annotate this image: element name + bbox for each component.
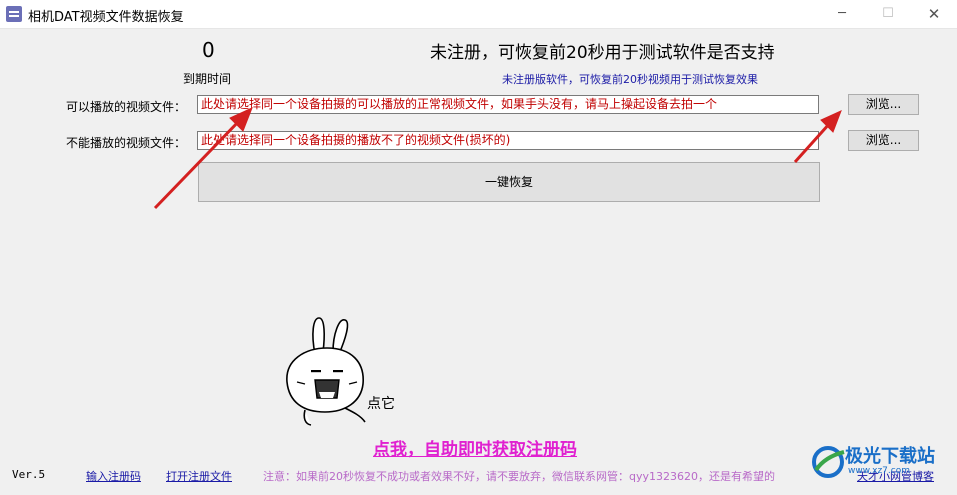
arrow-right-head xyxy=(820,110,842,133)
playable-file-label: 可以播放的视频文件： xyxy=(66,100,187,114)
input-code-link[interactable]: 输入注册码 xyxy=(86,468,141,484)
app-icon xyxy=(6,6,22,22)
browse-broken-button[interactable]: 浏览... xyxy=(848,130,919,151)
broken-file-label: 不能播放的视频文件： xyxy=(66,136,187,150)
annotation-arrows xyxy=(153,107,842,210)
minimize-button[interactable]: ─ xyxy=(819,0,865,28)
playable-file-input[interactable]: 此处请选择同一个设备拍摄的可以播放的正常视频文件，如果手头没有，请马上操起设备去… xyxy=(197,95,819,114)
maximize-button[interactable]: ☐ xyxy=(865,0,911,28)
browse-playable-button[interactable]: 浏览... xyxy=(848,94,919,115)
watermark-text: 极光下载站 xyxy=(845,446,935,467)
watermark-logo-icon xyxy=(812,446,845,478)
close-button[interactable]: ✕ xyxy=(911,0,957,28)
notice-text: 注意：如果前20秒恢复不成功或者效果不好，请不要放弃，微信联系网管：qyy132… xyxy=(263,470,775,483)
watermark: 极光下载站 www.xz7.com xyxy=(808,438,957,494)
timer-value: 0 xyxy=(202,38,215,62)
version-label: Ver.5 xyxy=(12,468,46,481)
registration-status: 未注册，可恢复前20秒用于测试软件是否支持 xyxy=(430,43,775,63)
rabbit-mascot-icon[interactable] xyxy=(275,312,375,427)
registration-hint: 未注册版软件，可恢复前20秒视频用于测试恢复效果 xyxy=(502,73,758,86)
open-registration-file-link[interactable]: 打开注册文件 xyxy=(166,468,232,484)
broken-file-input[interactable]: 此处请选择同一个设备拍摄的播放不了的视频文件(损坏的) xyxy=(197,131,819,150)
watermark-url: www.xz7.com xyxy=(848,466,910,476)
one-click-recover-button[interactable]: 一键恢复 xyxy=(198,162,820,202)
window-title: 相机DAT视频文件数据恢复 xyxy=(28,10,184,25)
title-bar: 相机DAT视频文件数据恢复 ─ ☐ ✕ xyxy=(0,0,957,29)
get-registration-code-link[interactable]: 点我，自助即时获取注册码 xyxy=(373,435,577,460)
mascot-caption: 点它 xyxy=(367,396,395,412)
expire-label: 到期时间 xyxy=(183,72,232,86)
